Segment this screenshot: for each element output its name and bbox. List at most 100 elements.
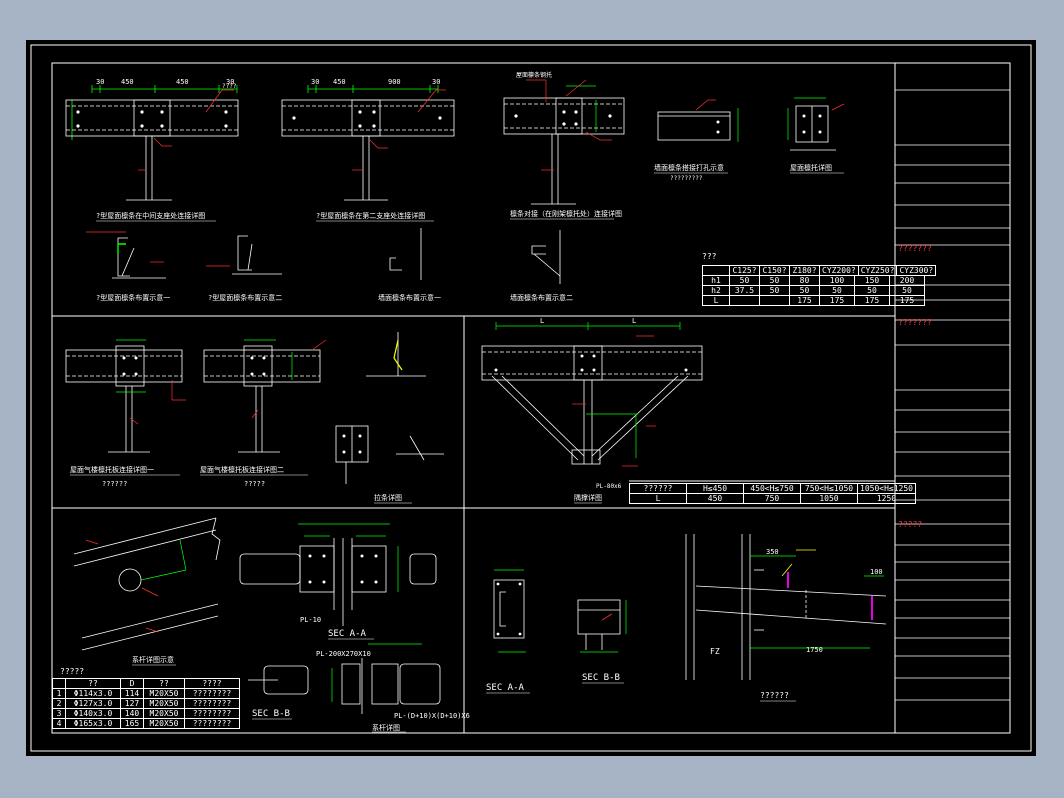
b4-title: ?????? (760, 691, 789, 700)
detail-1: 30 450 450 30 ???? ?型屋面檩条在中间支座处连接详图 (65, 78, 239, 222)
m3-title: 拉条详图 (374, 493, 402, 502)
detail-3: 屋面檩条钢托 檩条对接（在刚架檩托处）连接详图 (503, 71, 625, 220)
purlin-table-title: ??? (702, 252, 717, 261)
brace-table-row: L 450 750 1050 1250 (629, 493, 916, 504)
b2-plate-0: PL-10 (300, 616, 321, 624)
tie-table-title: ????? (60, 667, 85, 676)
br-dim-0: L (540, 317, 544, 325)
tie-table-row: 4 Φ165x3.0 165 M20X50???????? (52, 718, 240, 729)
outer-border (30, 44, 1032, 752)
b2-sec-aa: SEC A-A (328, 629, 367, 639)
b4-dim-2: 100 (870, 568, 883, 576)
c2-title: ?型屋面檩条布置示意二 (208, 293, 282, 302)
purlin-table-row: L 175 175 175 175 (702, 295, 925, 306)
d1-dim-1: 450 (121, 78, 134, 86)
tie-header-cell: ?? (143, 678, 185, 689)
d1-note: ???? (222, 83, 237, 90)
brace-header-cell: 1050<H≤1250 (857, 483, 916, 494)
monitor-details: 屋面气楼檩托板连接详图一 ?????? 屋面气楼檩托板连接详图二 ????? 拉… (65, 332, 444, 504)
purlin-row-cell: 50 (854, 285, 890, 296)
m1-title: 屋面气楼檩托板连接详图一 (70, 465, 154, 474)
tie-row-cell: ???????? (184, 718, 240, 729)
tie-row-cell: 140 (120, 708, 144, 719)
tie-row-cell: ???????? (184, 698, 240, 709)
b4-label: FZ (710, 647, 720, 656)
b4-dim-1: 1750 (806, 646, 823, 654)
purlin-layout-sketches: ?型屋面檩条布置示意一 ?型屋面檩条布置示意二 墙面檩条布置示意一 墙面檩条布置… (86, 228, 573, 302)
purlin-row-cell: 80 (789, 275, 820, 286)
tie-header-cell: ???? (184, 678, 240, 689)
tie-table-body: 1 Φ114x3.0 114 M20X50???????? 2 Φ127x3.0 127 M2… (52, 688, 240, 729)
purlin-header-cell: CYZ250? (857, 265, 898, 276)
title-note-3: ????? (898, 520, 923, 529)
tie-row-cell: 4 (52, 718, 66, 729)
purlin-row-cell: 175 (819, 295, 855, 306)
brace-table: ?????? H≤450 450<H≤750 750<H≤1050 1050<H≤125… (629, 483, 916, 504)
purlin-header-cell: CYZ300? (896, 265, 937, 276)
purlin-header-cell: Z180? (789, 265, 820, 276)
b3-sec-bb: SEC B-B (582, 673, 620, 683)
m2-sub: ????? (244, 480, 265, 488)
purlin-row-cell (729, 295, 760, 306)
tie-table-row: 3 Φ140x3.0 140 M20X50???????? (52, 708, 240, 719)
m1-sub: ?????? (102, 480, 127, 488)
title-note-2: ??????? (898, 318, 932, 327)
tie-row-cell: Φ165x3.0 (65, 718, 121, 729)
b4-dim-0: 350 (766, 548, 779, 556)
tie-row-cell: 3 (52, 708, 66, 719)
tie-connection-details: SEC A-A SEC B-B 350 1750 100 FZ ?????? (486, 534, 887, 702)
d3-note: 屋面檩条钢托 (516, 71, 552, 79)
tie-row-cell: M20X50 (143, 708, 185, 719)
purlin-row-cell: h2 (702, 285, 730, 296)
tie-row-cell: ???????? (184, 708, 240, 719)
purlin-row-cell: 175 (854, 295, 890, 306)
b2-plate-2: PL-(D+10)X(D+10)X6 (394, 712, 470, 720)
tie-table: ????? ?? D?????? 1 Φ114x3.0 114 M20X50??????… (52, 667, 240, 729)
brace-header-cell: 450<H≤750 (743, 483, 801, 494)
purlin-row-cell: 200 (889, 275, 925, 286)
purlin-row-cell: h1 (702, 275, 730, 286)
purlin-row-cell: 37.5 (729, 285, 760, 296)
brace-row-cell: 1050 (800, 493, 858, 504)
detail-4: 墙面檩条搭接打孔示意 ????????? (654, 99, 739, 182)
b1-title: 系杆详图示意 (132, 655, 174, 664)
d1-dim-0: 30 (96, 78, 104, 86)
brace-table-header-row: ?????? H≤450 450<H≤750 750<H≤1050 1050<H≤125… (629, 483, 916, 494)
cad-drawing-canvas: 30 450 450 30 ???? ?型屋面檩条在中间支座处连接详图 30 4… (26, 40, 1036, 756)
brace-detail: L L PL-80x6 隅撑详图 (481, 317, 703, 504)
tie-row-cell: 1 (52, 688, 66, 699)
brace-row-cell: L (629, 493, 687, 504)
tie-header-cell: D (120, 678, 144, 689)
purlin-row-cell: 50 (759, 275, 790, 286)
purlin-row-cell (759, 295, 790, 306)
tie-table-row: 2 Φ127x3.0 127 M20X50???????? (52, 698, 240, 709)
d1-dim-2: 450 (176, 78, 189, 86)
purlin-row-cell: 50 (889, 285, 925, 296)
b3-sec-aa: SEC A-A (486, 683, 525, 693)
brace-header-cell: 750<H≤1050 (800, 483, 858, 494)
inner-border (51, 62, 1011, 734)
c4-title: 墙面檩条布置示意二 (510, 293, 573, 302)
purlin-header-cell: C150? (759, 265, 790, 276)
tie-row-cell: 114 (120, 688, 144, 699)
tie-table-header-row: ?? D?????? (52, 678, 240, 689)
purlin-header-cell: C125? (729, 265, 760, 276)
detail-5: 屋面檩托详图 (787, 97, 845, 174)
tie-row-cell: M20X50 (143, 698, 185, 709)
brace-header-cell: ?????? (629, 483, 687, 494)
brace-row-cell: 1250 (857, 493, 916, 504)
tie-row-cell: M20X50 (143, 718, 185, 729)
purlin-header-cell (702, 265, 730, 276)
brace-row-cell: 750 (743, 493, 801, 504)
c3-title: 墙面檩条布置示意一 (378, 293, 441, 302)
purlin-table-body: h1 50 50 80 100 150 200 h2 37.5 50 50 50 50 50 L 175 175… (702, 275, 925, 306)
d4-title: 墙面檩条搭接打孔示意 (654, 163, 724, 172)
purlin-table: ??? C125? C150? Z180? CYZ200? CYZ250? CYZ300?… (702, 252, 937, 306)
tie-row-cell: 165 (120, 718, 144, 729)
purlin-row-cell: 100 (819, 275, 855, 286)
d2-dim-2: 900 (388, 78, 401, 86)
br-dim-1: L (632, 317, 636, 325)
brace-header-cell: H≤450 (686, 483, 744, 494)
d2-dim-3: 30 (432, 78, 440, 86)
title-note-1: ??????? (898, 244, 932, 253)
